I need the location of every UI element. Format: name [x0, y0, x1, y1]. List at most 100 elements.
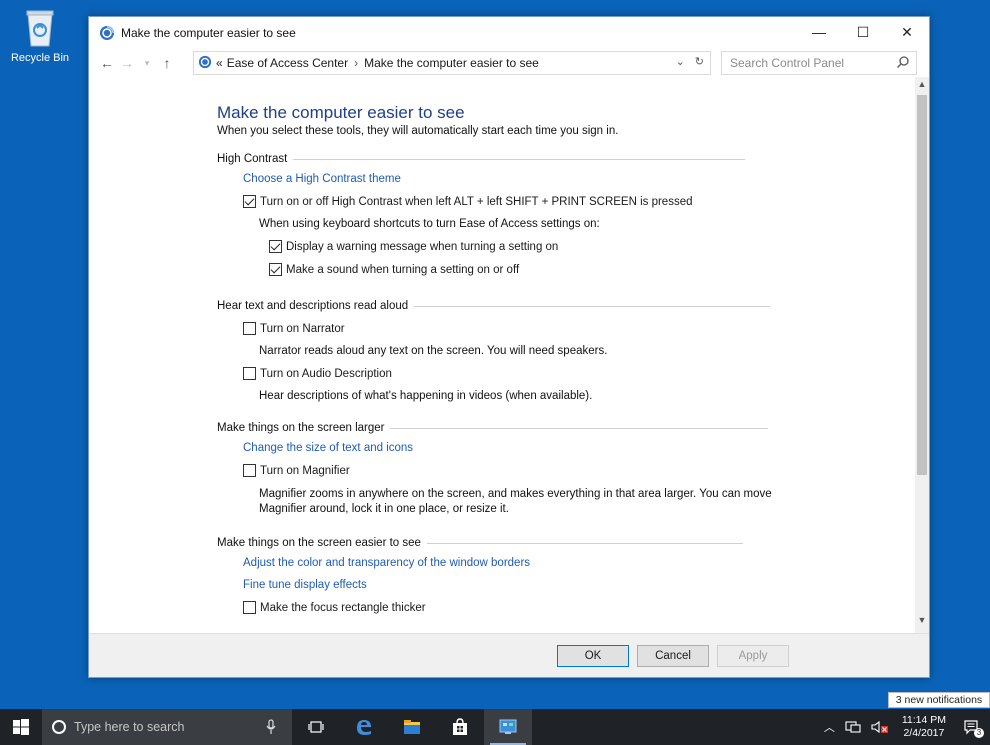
search-placeholder: Search Control Panel [730, 56, 845, 70]
ease-of-access-icon [99, 25, 115, 41]
text-size-link[interactable]: Change the size of text and icons [243, 442, 915, 454]
show-hidden-icons-chevron-icon[interactable]: ︿ [819, 719, 840, 735]
section-larger: Make things on the screen larger [217, 422, 915, 434]
magnifier-checkbox[interactable] [243, 464, 256, 477]
file-explorer-button[interactable] [388, 709, 436, 745]
address-ease-icon [198, 55, 212, 72]
title-bar[interactable]: Make the computer easier to see — ☐ ✕ [89, 17, 929, 49]
sound-checkbox[interactable] [269, 263, 282, 276]
audio-description-checkbox[interactable] [243, 367, 256, 380]
task-view-button[interactable] [292, 709, 340, 745]
clock-time: 11:14 PM [901, 714, 946, 726]
cortana-icon [52, 720, 66, 734]
recycle-bin-label: Recycle Bin [10, 52, 70, 64]
cancel-button[interactable]: Cancel [637, 645, 709, 667]
narrator-description: Narrator reads aloud any text on the scr… [259, 345, 608, 357]
scroll-up-icon[interactable]: ▲ [915, 79, 929, 95]
recycle-bin[interactable]: Recycle Bin [8, 8, 72, 64]
magnifier-row[interactable]: Turn on Magnifier [243, 464, 915, 477]
narrator-checkbox[interactable] [243, 322, 256, 335]
section-narrator: Hear text and descriptions read aloud [217, 300, 915, 312]
focus-rectangle-checkbox[interactable] [243, 601, 256, 614]
folder-icon [404, 720, 420, 734]
section-easier: Make things on the screen easier to see [217, 537, 915, 549]
shortcut-note: When using keyboard shortcuts to turn Ea… [259, 218, 600, 230]
narrator-row[interactable]: Turn on Narrator [243, 322, 915, 335]
notification-count-badge: 3 [974, 728, 984, 738]
content-area: Make the computer easier to see When you… [89, 77, 915, 633]
display-effects-link[interactable]: Fine tune display effects [243, 579, 915, 591]
dialog-footer: OK Cancel Apply [89, 633, 929, 677]
edge-icon [357, 720, 371, 735]
control-panel-window: Make the computer easier to see — ☐ ✕ ← … [88, 16, 930, 678]
checkbox-label: Turn on Narrator [260, 322, 345, 335]
checkbox-label: Display a warning message when turning a… [286, 240, 559, 253]
recent-chevron-icon[interactable]: ▾ [137, 58, 157, 69]
ok-button[interactable]: OK [557, 645, 629, 667]
windows-logo-icon [13, 719, 29, 735]
taskbar-search-input[interactable]: Type here to search [42, 709, 292, 745]
window-borders-link[interactable]: Adjust the color and transparency of the… [243, 557, 915, 569]
magnifier-desc-line1: Magnifier zooms in anywhere on the scree… [259, 488, 772, 500]
search-icon[interactable] [896, 55, 910, 72]
recycle-bin-icon [23, 8, 57, 48]
task-view-icon [308, 721, 324, 733]
minimize-button[interactable]: — [797, 17, 841, 47]
store-bag-icon [453, 718, 467, 735]
taskbar: Type here to search ︿ 11:14 PM 2/4/2017 … [0, 709, 990, 745]
checkbox-label: Make the focus rectangle thicker [260, 601, 426, 614]
focus-rectangle-row[interactable]: Make the focus rectangle thicker [243, 601, 915, 614]
audio-description-row[interactable]: Turn on Audio Description [243, 367, 915, 380]
control-panel-icon [499, 719, 517, 734]
taskbar-search-placeholder: Type here to search [74, 720, 185, 734]
maximize-button[interactable]: ☐ [841, 17, 885, 47]
scroll-thumb[interactable] [917, 95, 927, 475]
address-overflow[interactable]: « [216, 56, 223, 70]
volume-muted-icon[interactable] [866, 720, 894, 734]
audio-description-text: Hear descriptions of what's happening in… [259, 390, 593, 402]
magnifier-desc-line2: Magnifier around, lock it in one place, … [259, 503, 509, 515]
scroll-down-icon[interactable]: ▼ [915, 615, 929, 631]
section-heading: Make things on the screen easier to see [217, 537, 421, 549]
section-high-contrast: High Contrast [217, 153, 915, 165]
window-title: Make the computer easier to see [121, 26, 296, 40]
high-contrast-theme-link[interactable]: Choose a High Contrast theme [243, 173, 915, 185]
edge-browser-button[interactable] [340, 709, 388, 745]
high-contrast-shortcut-checkbox[interactable] [243, 195, 256, 208]
address-dropdown-icon[interactable]: ⌄ [676, 55, 685, 68]
clock-date: 2/4/2017 [903, 727, 945, 739]
checkbox-label: Turn on or off High Contrast when left A… [260, 195, 693, 208]
high-contrast-toggle-row[interactable]: Turn on or off High Contrast when left A… [243, 195, 915, 208]
page-subtitle: When you select these tools, they will a… [217, 125, 619, 137]
close-button[interactable]: ✕ [885, 17, 929, 47]
sound-row[interactable]: Make a sound when turning a setting on o… [269, 263, 915, 276]
up-arrow-icon[interactable]: ↑ [157, 55, 177, 71]
action-center-button[interactable]: 3 [954, 709, 990, 745]
breadcrumb-separator[interactable]: › [354, 56, 358, 70]
breadcrumb-ease-of-access[interactable]: Ease of Access Center [227, 56, 348, 70]
network-icon[interactable] [840, 720, 866, 734]
refresh-icon[interactable]: ↻ [695, 55, 704, 68]
search-input[interactable]: Search Control Panel [721, 51, 917, 75]
address-bar[interactable]: « Ease of Access Center › Make the compu… [193, 51, 711, 75]
microphone-icon[interactable] [266, 719, 276, 738]
back-arrow-icon[interactable]: ← [97, 55, 117, 71]
system-tray: ︿ 11:14 PM 2/4/2017 3 [819, 709, 990, 745]
section-heading: Make things on the screen larger [217, 422, 385, 434]
section-heading: Hear text and descriptions read aloud [217, 300, 409, 312]
control-panel-task-button[interactable] [484, 709, 532, 745]
notification-toast[interactable]: 3 new notifications [888, 692, 990, 708]
vertical-scrollbar[interactable]: ▲ ▼ [915, 77, 929, 633]
page-title: Make the computer easier to see [217, 103, 465, 122]
warning-row[interactable]: Display a warning message when turning a… [269, 240, 915, 253]
section-heading: High Contrast [217, 153, 288, 165]
apply-button[interactable]: Apply [717, 645, 789, 667]
store-button[interactable] [436, 709, 484, 745]
warning-message-checkbox[interactable] [269, 240, 282, 253]
forward-arrow-icon[interactable]: → [117, 55, 137, 71]
checkbox-label: Make a sound when turning a setting on o… [286, 263, 520, 276]
breadcrumb-current[interactable]: Make the computer easier to see [364, 56, 539, 70]
start-button[interactable] [0, 709, 42, 745]
navigation-bar: ← → ▾ ↑ « Ease of Access Center › Make t… [89, 49, 929, 77]
clock[interactable]: 11:14 PM 2/4/2017 [894, 714, 954, 740]
